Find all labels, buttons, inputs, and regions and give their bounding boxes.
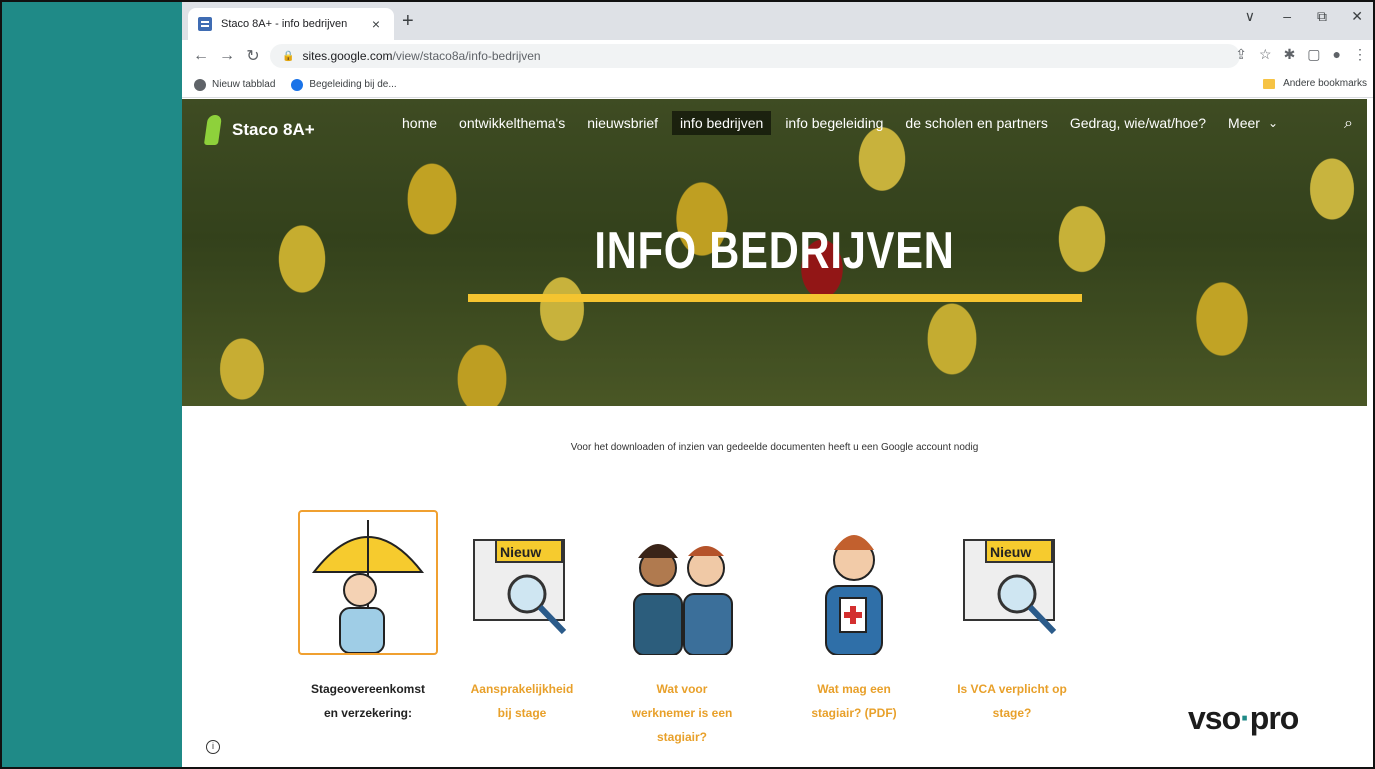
card-label-line: stagiair? (656, 730, 707, 744)
bookmarks-bar: Nieuw tabblad Begeleiding bij de... Ande… (182, 72, 1373, 98)
browser-toolbar: ← → ↻ 🔒 sites.google.com/view/staco8a/in… (182, 40, 1373, 72)
card-aansprakelijkheid[interactable]: Nieuw Aansprakelijkheid bij stage (442, 510, 602, 725)
reload-icon[interactable]: ↻ (240, 46, 266, 66)
browser-window: Staco 8A+ - info bedrijven × + ∨ – ⧉ ✕ ←… (182, 2, 1373, 767)
person-clipboard-icon (784, 510, 924, 656)
bookmark-label: Nieuw tabblad (212, 79, 276, 90)
toolbar-actions: ⇪ ☆ ✱ ▢ ● ⋮ (1235, 46, 1367, 63)
restore-button[interactable]: ⧉ (1317, 8, 1327, 25)
forward-arrow-icon[interactable]: → (214, 47, 240, 65)
other-bookmarks[interactable]: Andere bookmarks (1263, 78, 1367, 89)
nieuw-badge: Nieuw (500, 544, 542, 560)
card-label-line: bij stage (497, 706, 547, 720)
card-wat-mag-stagiair[interactable]: Wat mag een stagiair? (PDF) (774, 510, 934, 725)
card-label-line: Wat mag een (817, 682, 891, 696)
bookmark-begeleiding[interactable]: Begeleiding bij de... (291, 78, 397, 91)
extensions-puzzle-icon[interactable]: ✱ (1284, 46, 1296, 63)
staco-figure-icon (203, 115, 223, 145)
url-path: /view/staco8a/info-bedrijven (392, 49, 541, 63)
left-background-panel (2, 2, 182, 767)
umbrella-person-icon (298, 510, 438, 655)
card-label-line: Aansprakelijkheid (470, 682, 574, 696)
logo-text: pro (1249, 700, 1300, 736)
nav-info-begeleiding[interactable]: info begeleiding (777, 111, 891, 135)
card-label-line: Is VCA verplicht op (957, 682, 1067, 696)
card-label-line: stagiair? (PDF) (811, 706, 897, 720)
card-label-line: Stageovereenkomst (310, 682, 426, 696)
screenshot-frame: Staco 8A+ - info bedrijven × + ∨ – ⧉ ✕ ←… (0, 0, 1375, 769)
active-tab[interactable]: Staco 8A+ - info bedrijven × (188, 8, 394, 40)
newspaper-magnifier-icon: Nieuw (942, 510, 1082, 655)
card-label-line: stage? (992, 706, 1032, 720)
close-tab-icon[interactable]: × (368, 16, 384, 32)
nav-meer[interactable]: Meer ⌄ (1220, 111, 1286, 135)
nieuw-badge: Nieuw (990, 544, 1032, 560)
card-label: Wat voor werknemer is een stagiair? (602, 677, 762, 749)
back-arrow-icon[interactable]: ← (188, 47, 214, 65)
site-name: Staco 8A+ (232, 120, 315, 139)
google-sites-favicon-icon (198, 17, 212, 31)
site-logo[interactable]: Staco 8A+ (203, 115, 315, 145)
close-window-button[interactable]: ✕ (1351, 8, 1363, 25)
two-workers-icon (612, 510, 752, 656)
tab-search-icon[interactable]: ∨ (1245, 8, 1255, 25)
nav-gedrag[interactable]: Gedrag, wie/wat/hoe? (1062, 111, 1214, 135)
hero-banner: Staco 8A+ home ontwikkelthema's nieuwsbr… (182, 99, 1367, 406)
card-label: Wat mag een stagiair? (PDF) (774, 677, 934, 725)
lock-icon: 🔒 (282, 50, 295, 62)
nav-meer-label: Meer (1228, 115, 1260, 131)
card-label: Is VCA verplicht op stage? (932, 677, 1092, 725)
bookmark-new-tab[interactable]: Nieuw tabblad (194, 78, 276, 91)
new-tab-button[interactable]: + (402, 10, 414, 33)
google-account-notice: Voor het downloaden of inzien van gedeel… (570, 442, 979, 453)
info-icon[interactable]: i (206, 740, 220, 754)
card-wat-voor-werknemer[interactable]: Wat voor werknemer is een stagiair? (602, 510, 762, 749)
address-bar[interactable]: 🔒 sites.google.com/view/staco8a/info-bed… (270, 44, 1240, 68)
site-favicon-icon (291, 78, 304, 91)
url-host: sites.google.com (302, 49, 393, 63)
nav-home[interactable]: home (394, 111, 445, 135)
bookmark-star-icon[interactable]: ☆ (1259, 46, 1272, 63)
nav-scholen-partners[interactable]: de scholen en partners (897, 111, 1055, 135)
card-label: Aansprakelijkheid bij stage (442, 677, 602, 725)
minimize-button[interactable]: – (1283, 8, 1291, 24)
logo-text: vso (1188, 700, 1241, 736)
card-label: Stageovereenkomst en verzekering: (288, 677, 448, 725)
site-navigation: home ontwikkelthema's nieuwsbrief info b… (394, 111, 1292, 135)
card-label-line: en verzekering: (323, 706, 413, 720)
nav-ontwikkelthemas[interactable]: ontwikkelthema's (451, 111, 573, 135)
other-bookmarks-label: Andere bookmarks (1283, 78, 1367, 89)
folder-icon (1263, 78, 1276, 89)
nav-info-bedrijven[interactable]: info bedrijven (672, 111, 772, 135)
globe-icon (194, 78, 206, 91)
page-title: INFO BEDRIJVEN (594, 222, 955, 280)
menu-dots-icon[interactable]: ⋮ (1353, 46, 1367, 63)
tab-title: Staco 8A+ - info bedrijven (221, 18, 348, 30)
search-icon[interactable]: ⌕ (1344, 115, 1353, 133)
tab-strip: Staco 8A+ - info bedrijven × + ∨ – ⧉ ✕ (182, 2, 1373, 40)
chevron-down-icon: ⌄ (1267, 116, 1279, 130)
card-label-line: werknemer is een (631, 706, 733, 720)
title-underline-bar (468, 294, 1082, 302)
share-icon[interactable]: ⇪ (1235, 46, 1247, 63)
logo-dot: · (1240, 700, 1251, 736)
profile-avatar-icon[interactable]: ● (1333, 46, 1341, 63)
card-stageovereenkomst[interactable]: Stageovereenkomst en verzekering: (288, 510, 448, 725)
side-panel-icon[interactable]: ▢ (1307, 46, 1320, 63)
bookmark-label: Begeleiding bij de... (309, 79, 397, 90)
newspaper-magnifier-icon: Nieuw (452, 510, 592, 655)
card-vca[interactable]: Nieuw Is VCA verplicht op stage? (932, 510, 1092, 725)
nav-nieuwsbrief[interactable]: nieuwsbrief (579, 111, 666, 135)
vso-pro-logo: vso·pro (1188, 700, 1300, 737)
card-label-line: Wat voor (656, 682, 708, 696)
